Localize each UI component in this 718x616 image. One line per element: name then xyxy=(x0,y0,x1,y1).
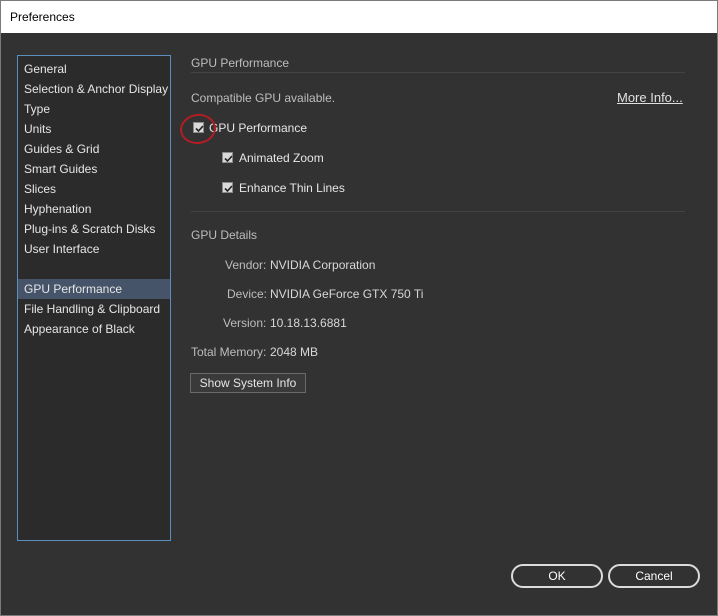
show-system-info-button[interactable]: Show System Info xyxy=(190,373,306,393)
total-memory-label: Total Memory: xyxy=(191,345,267,359)
sidebar-item-appearance-of-black[interactable]: Appearance of Black xyxy=(18,319,170,339)
device-value: NVIDIA GeForce GTX 750 Ti xyxy=(270,287,424,301)
window-title: Preferences xyxy=(10,10,75,24)
total-memory-value: 2048 MB xyxy=(270,345,319,359)
compatible-gpu-text: Compatible GPU available. xyxy=(191,91,336,105)
checkmark-icon xyxy=(224,185,233,193)
section-title-gpu-performance: GPU Performance xyxy=(191,56,290,70)
section-divider xyxy=(191,211,685,212)
category-sidebar: General Selection & Anchor Display Type … xyxy=(17,55,171,541)
sidebar-item-file-handling-clipboard[interactable]: File Handling & Clipboard xyxy=(18,299,170,319)
section-title-gpu-details: GPU Details xyxy=(191,228,258,242)
device-label: Device: xyxy=(227,287,268,301)
version-value: 10.18.13.6881 xyxy=(270,316,347,330)
vendor-label: Vendor: xyxy=(225,258,267,272)
sidebar-item-units[interactable]: Units xyxy=(18,119,170,139)
title-bar: Preferences xyxy=(1,1,717,33)
sidebar-item-selection-anchor-display[interactable]: Selection & Anchor Display xyxy=(18,79,170,99)
sidebar-item-slices[interactable]: Slices xyxy=(18,179,170,199)
more-info-link[interactable]: More Info... xyxy=(617,90,683,105)
sidebar-item-user-interface[interactable]: User Interface xyxy=(18,239,170,259)
annotation-circle xyxy=(178,111,218,147)
sidebar-item-general[interactable]: General xyxy=(18,59,170,79)
animated-zoom-checkbox[interactable] xyxy=(222,152,233,163)
animated-zoom-label: Animated Zoom xyxy=(239,151,324,165)
vendor-value: NVIDIA Corporation xyxy=(270,258,376,272)
enhance-thin-lines-label: Enhance Thin Lines xyxy=(239,181,345,195)
sidebar-item-plugins-scratch-disks[interactable]: Plug-ins & Scratch Disks xyxy=(18,219,170,239)
sidebar-item-smart-guides[interactable]: Smart Guides xyxy=(18,159,170,179)
version-label: Version: xyxy=(223,316,267,330)
sidebar-item-gpu-performance[interactable]: GPU Performance xyxy=(18,279,170,299)
sidebar-item-guides-grid[interactable]: Guides & Grid xyxy=(18,139,170,159)
cancel-button[interactable]: Cancel xyxy=(608,564,700,588)
gpu-performance-label: GPU Performance xyxy=(209,121,308,135)
dialog-content: General Selection & Anchor Display Type … xyxy=(1,33,717,615)
sidebar-item-type[interactable]: Type xyxy=(18,99,170,119)
checkmark-icon xyxy=(224,155,233,163)
section-divider xyxy=(191,72,685,73)
ok-button[interactable]: OK xyxy=(511,564,603,588)
preferences-window: Preferences General Selection & Anchor D… xyxy=(0,0,718,616)
sidebar-item-hyphenation[interactable]: Hyphenation xyxy=(18,199,170,219)
enhance-thin-lines-checkbox[interactable] xyxy=(222,182,233,193)
